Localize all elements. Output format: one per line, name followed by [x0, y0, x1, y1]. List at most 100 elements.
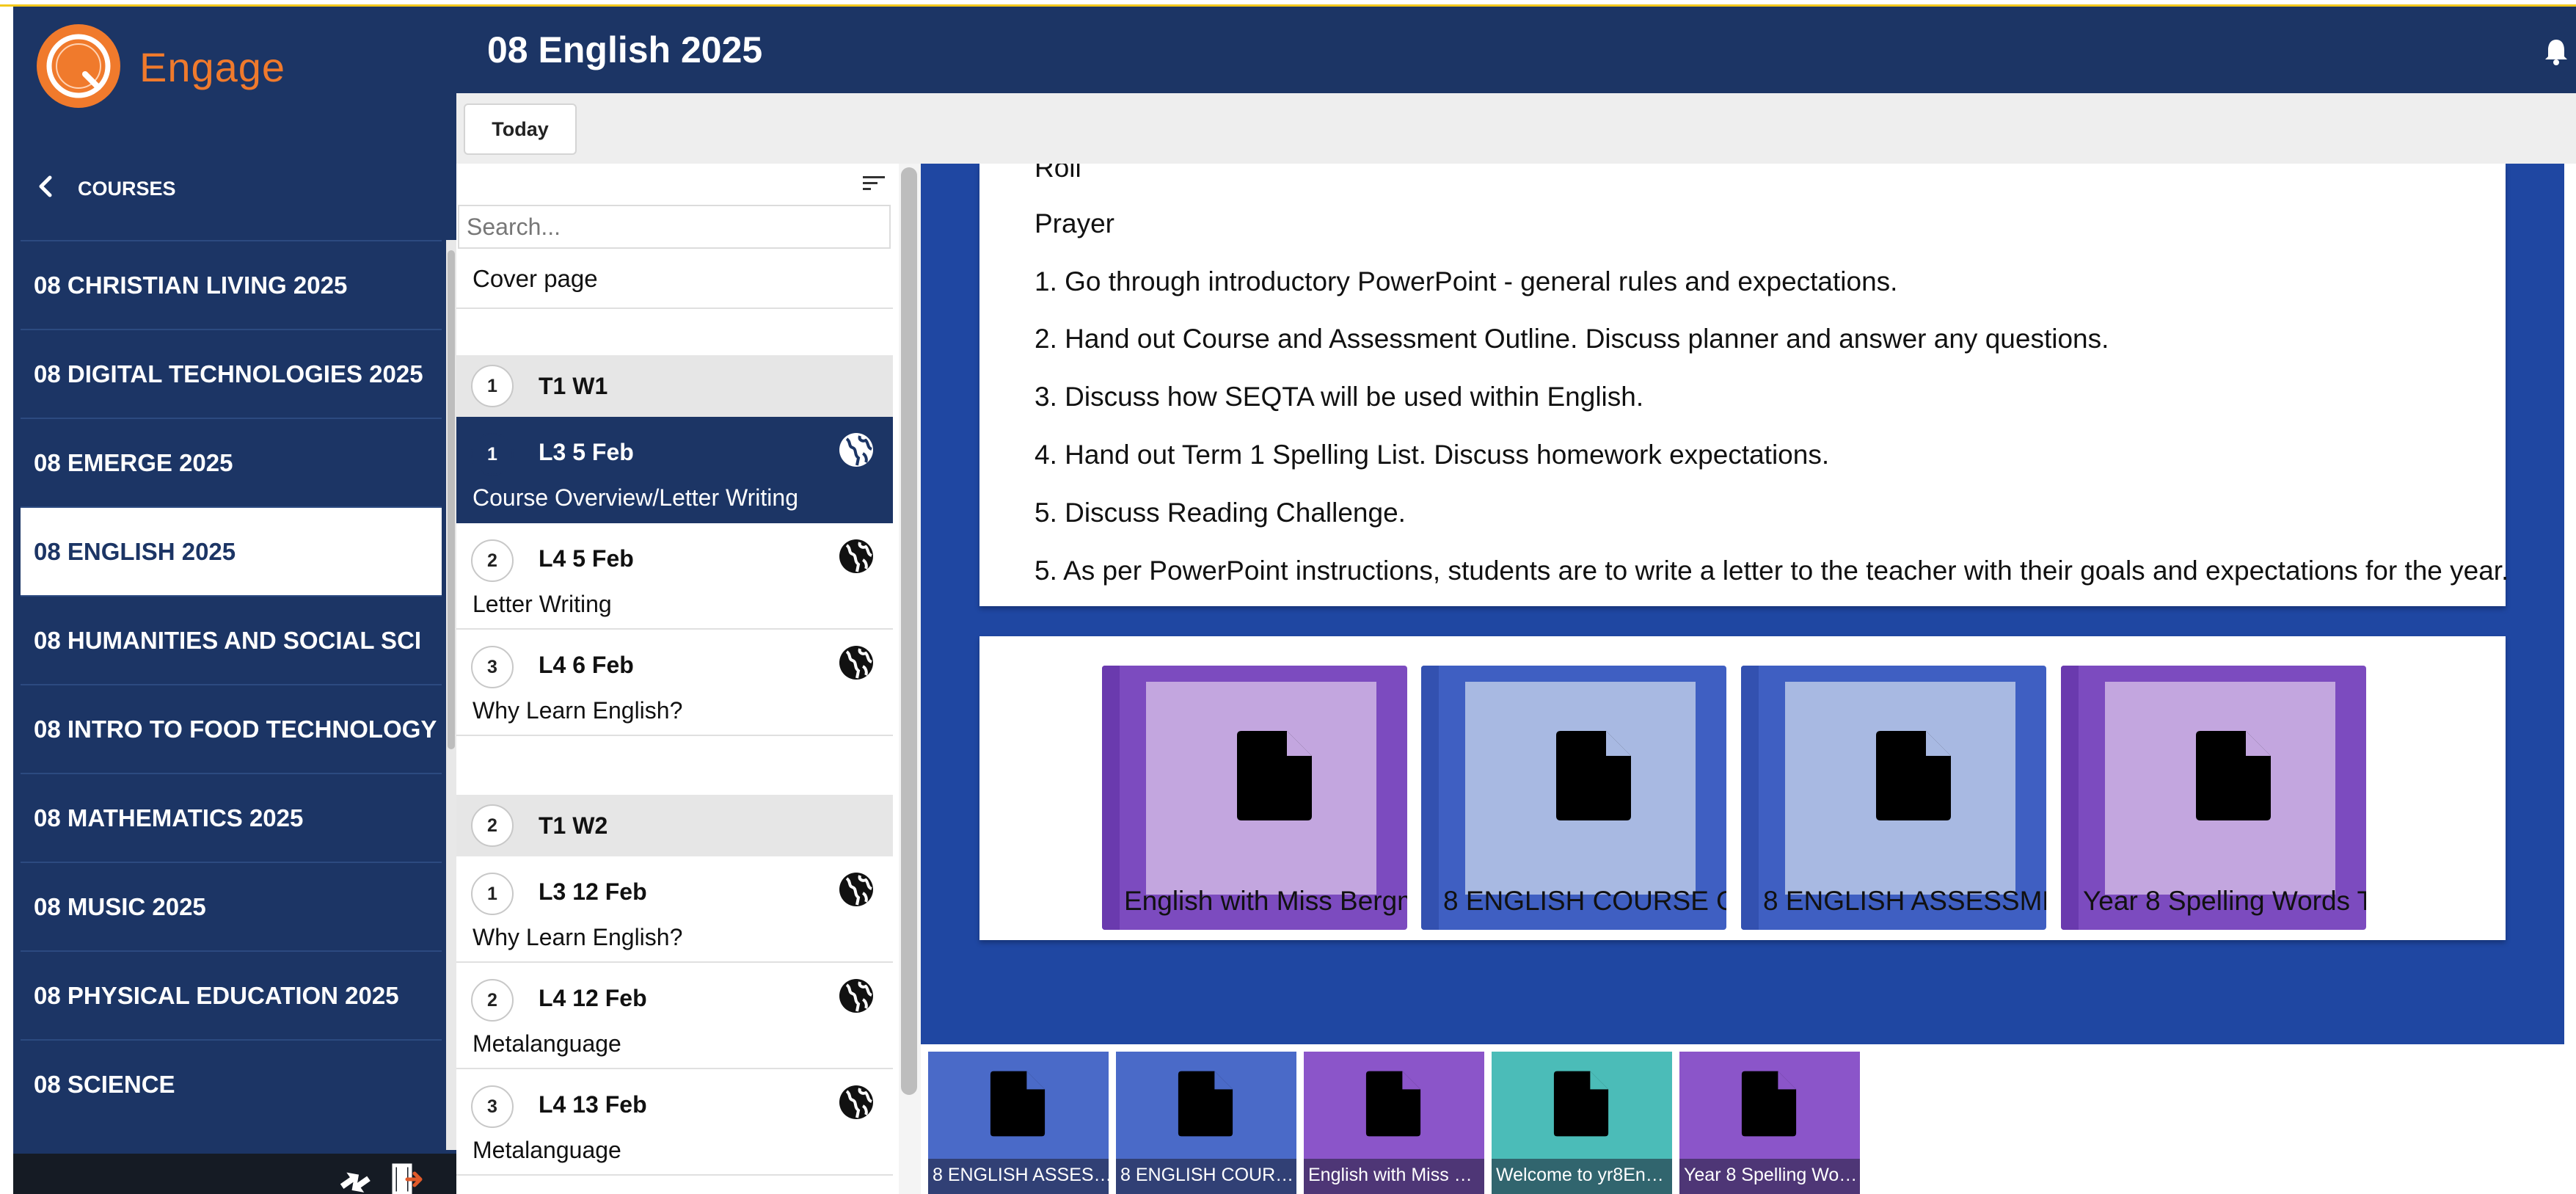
lesson-number-badge: 3	[471, 1085, 514, 1128]
sidebar-item-humanities[interactable]: 08 HUMANITIES AND SOCIAL SCI	[21, 595, 442, 684]
lesson-title: Metalanguage	[472, 1030, 621, 1057]
document-icon	[1553, 1071, 1609, 1137]
resource-label: English with Miss …	[1304, 1159, 1484, 1194]
resource-tile[interactable]: 8 ENGLISH COUR…	[1116, 1052, 1296, 1194]
globe-icon[interactable]	[838, 538, 875, 575]
attachment-tile[interactable]: English with Miss Bergman	[1102, 666, 1407, 930]
attachment-tile[interactable]: 8 ENGLISH ASSESSMENT OUTLINE	[1741, 666, 2046, 930]
lesson-number-badge: 3	[471, 646, 514, 688]
document-icon	[1556, 731, 1631, 820]
sidebar-item-music[interactable]: 08 MUSIC 2025	[21, 862, 442, 950]
lesson-item[interactable]: 1 L3 12 Feb Why Learn English?	[456, 856, 893, 963]
week-number-badge: 1	[471, 365, 514, 407]
week-number-badge: 2	[471, 804, 514, 847]
lesson-item[interactable]: 2 L4 5 Feb Letter Writing	[456, 523, 893, 630]
tile-spine	[2061, 666, 2079, 930]
week-header[interactable]: 2 T1 W2	[456, 795, 893, 856]
tile-spine	[1102, 666, 1120, 930]
plan-line: 4. Hand out Term 1 Spelling List. Discus…	[1035, 440, 1830, 470]
resource-label: 8 ENGLISH ASSES…	[928, 1159, 1109, 1194]
week-header[interactable]: 1 T1 W1	[456, 355, 893, 417]
attachment-tile[interactable]: 8 ENGLISH COURSE OUTLINE	[1421, 666, 1726, 930]
lesson-list-scroll-thumb[interactable]	[901, 167, 917, 1095]
lesson-item[interactable]: 3 L4 13 Feb Metalanguage	[456, 1069, 893, 1176]
lesson-code: L3 12 Feb	[539, 878, 647, 905]
globe-icon[interactable]	[838, 871, 875, 908]
resource-tile[interactable]: 8 ENGLISH ASSES…	[928, 1052, 1109, 1194]
course-list: 08 CHRISTIAN LIVING 2025 08 DIGITAL TECH…	[21, 240, 442, 1128]
search-input[interactable]	[458, 205, 891, 249]
document-icon	[1365, 1071, 1421, 1137]
document-icon	[1741, 1071, 1797, 1137]
tile-spine	[1421, 666, 1439, 930]
lesson-title: Letter Writing	[472, 591, 612, 617]
sidebar-item-physical-education[interactable]: 08 PHYSICAL EDUCATION 2025	[21, 950, 442, 1039]
lesson-item[interactable]: 2 L4 12 Feb Metalanguage	[456, 963, 893, 1069]
resource-tile[interactable]: Welcome to yr8En…	[1492, 1052, 1672, 1194]
sidebar-item-emerge[interactable]: 08 EMERGE 2025	[21, 418, 442, 506]
lesson-item[interactable]: 3 L4 6 Feb Why Learn English?	[456, 630, 893, 736]
page-title: 08 English 2025	[487, 29, 763, 70]
lesson-title: Why Learn English?	[472, 697, 683, 724]
lesson-list-panel: Cover page 1 T1 W1 1 L3 5 Feb Course Ove…	[456, 164, 893, 1194]
sidebar-item-food-technology[interactable]: 08 INTRO TO FOOD TECHNOLOGY	[21, 684, 442, 773]
logout-icon[interactable]	[391, 1162, 423, 1194]
sidebar-scrollbar[interactable]	[446, 240, 456, 1150]
lesson-code: L3 5 Feb	[539, 439, 634, 465]
sidebar-item-science[interactable]: 08 SCIENCE	[21, 1039, 442, 1128]
sidebar-scroll-thumb[interactable]	[448, 250, 455, 749]
top-accent-bar	[0, 0, 2576, 7]
globe-icon[interactable]	[838, 1084, 875, 1121]
plan-line: 3. Discuss how SEQTA will be used within…	[1035, 382, 1644, 412]
document-icon	[1178, 1071, 1233, 1137]
attachment-tile[interactable]: Year 8 Spelling Words Term 1	[2061, 666, 2366, 930]
lesson-number-badge: 2	[471, 979, 514, 1022]
plan-line: 5. As per PowerPoint instructions, stude…	[1035, 556, 2509, 586]
resource-tile[interactable]: Year 8 Spelling Wo…	[1679, 1052, 1860, 1194]
globe-icon[interactable]	[838, 432, 875, 468]
sidebar: Engage COURSES 08 CHRISTIAN LIVING 2025 …	[13, 7, 456, 1194]
plan-line: Prayer	[1035, 208, 1114, 239]
plan-line: 1. Go through introductory PowerPoint - …	[1035, 266, 1898, 296]
lesson-code: L4 12 Feb	[539, 985, 647, 1011]
globe-icon[interactable]	[838, 978, 875, 1014]
attachment-label: 8 ENGLISH COURSE OUTLINE	[1443, 886, 1726, 916]
week-label: T1 W1	[539, 373, 608, 399]
sidebar-footer	[13, 1154, 456, 1194]
plan-line: 2. Hand out Course and Assessment Outlin…	[1035, 324, 2109, 354]
resource-label: Year 8 Spelling Wo…	[1679, 1159, 1860, 1194]
brand: Engage	[13, 7, 456, 124]
sidebar-item-english[interactable]: 08 ENGLISH 2025	[21, 506, 442, 595]
chevron-left-icon[interactable]	[32, 173, 59, 200]
sidebar-item-christian-living[interactable]: 08 CHRISTIAN LIVING 2025	[21, 240, 442, 329]
sidebar-item-mathematics[interactable]: 08 MATHEMATICS 2025	[21, 773, 442, 862]
lesson-number-badge: 1	[471, 433, 514, 476]
lesson-title: Why Learn English?	[472, 924, 683, 950]
lesson-code: L4 5 Feb	[539, 545, 634, 572]
plan-line: Roll	[1035, 164, 1081, 183]
document-icon	[1237, 731, 1312, 820]
resource-tile[interactable]: English with Miss …	[1304, 1052, 1484, 1194]
top-header: 08 English 2025	[456, 7, 2576, 93]
attachment-label: 8 ENGLISH ASSESSMENT OUTLINE	[1763, 886, 2046, 916]
globe-icon[interactable]	[838, 644, 875, 681]
back-to-courses[interactable]: COURSES	[13, 157, 456, 216]
sidebar-item-digital-technologies[interactable]: 08 DIGITAL TECHNOLOGIES 2025	[21, 329, 442, 418]
document-icon	[990, 1071, 1046, 1137]
resource-label: Welcome to yr8En…	[1492, 1159, 1672, 1194]
today-button[interactable]: Today	[464, 103, 577, 155]
cover-page-item[interactable]: Cover page	[456, 252, 893, 309]
lesson-code: L4 6 Feb	[539, 652, 634, 678]
switch-arrows-icon[interactable]	[336, 1164, 371, 1194]
courses-label[interactable]: COURSES	[78, 178, 176, 200]
lesson-content: Roll Prayer 1. Go through introductory P…	[921, 164, 2564, 1044]
lesson-number-badge: 2	[471, 539, 514, 582]
resource-label: 8 ENGLISH COUR…	[1116, 1159, 1296, 1194]
engage-logo-icon	[37, 24, 120, 108]
lesson-item[interactable]: 1 L3 5 Feb Course Overview/Letter Writin…	[456, 417, 893, 523]
bell-icon[interactable]	[2544, 37, 2569, 65]
lesson-title: Metalanguage	[472, 1137, 621, 1163]
sort-icon[interactable]	[861, 172, 886, 194]
document-icon	[1876, 731, 1951, 820]
week-label: T1 W2	[539, 812, 608, 839]
